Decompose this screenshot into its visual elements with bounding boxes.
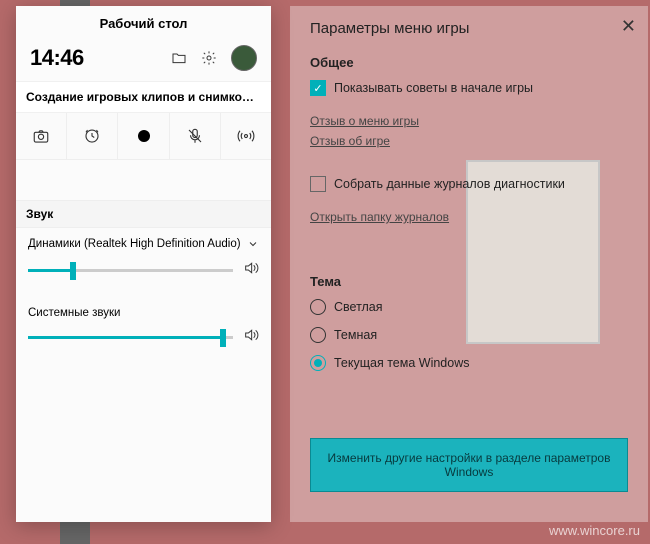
screenshot-button[interactable] — [16, 113, 67, 159]
theme-current-option[interactable]: Текущая тема Windows — [310, 355, 628, 371]
collect-logs-option[interactable]: Собрать данные журналов диагностики — [310, 176, 628, 192]
sound-heading: Звук — [16, 200, 271, 228]
device-volume-slider[interactable] — [28, 269, 233, 272]
watermark: www.wincore.ru — [549, 523, 640, 538]
volume-icon[interactable] — [243, 327, 259, 348]
device-volume-row — [16, 256, 271, 287]
collect-logs-label: Собрать данные журналов диагностики — [334, 177, 565, 191]
panel-title: Рабочий стол — [16, 6, 271, 39]
settings-title: Параметры меню игры — [310, 20, 628, 37]
clock-time: 14:46 — [30, 45, 84, 71]
theme-dark-radio[interactable] — [310, 327, 326, 343]
system-volume-slider[interactable] — [28, 336, 233, 339]
system-sounds-label: Системные звуки — [16, 287, 271, 323]
close-icon[interactable]: ✕ — [621, 16, 636, 37]
sound-section: Звук Динамики (Realtek High Definition A… — [16, 160, 271, 354]
volume-icon[interactable] — [243, 260, 259, 281]
capture-toolbar — [16, 113, 271, 160]
theme-dark-label: Темная — [334, 328, 377, 342]
settings-panel: ✕ Параметры меню игры Общее Показывать с… — [290, 6, 648, 522]
theme-dark-option[interactable]: Темная — [310, 327, 628, 343]
audio-device-select[interactable]: Динамики (Realtek High Definition Audio) — [16, 228, 271, 256]
mic-toggle-button[interactable] — [170, 113, 221, 159]
gear-icon[interactable] — [201, 50, 217, 66]
theme-current-label: Текущая тема Windows — [334, 356, 470, 370]
record-last-button[interactable] — [67, 113, 118, 159]
folder-icon[interactable] — [171, 50, 187, 66]
record-button[interactable] — [118, 113, 169, 159]
system-volume-row — [16, 323, 271, 354]
collect-logs-checkbox[interactable] — [310, 176, 326, 192]
audio-device-label: Динамики (Realtek High Definition Audio) — [28, 238, 241, 250]
capture-notice: Создание игровых клипов и снимков экр... — [16, 81, 271, 113]
general-heading: Общее — [310, 55, 628, 70]
theme-light-label: Светлая — [334, 300, 383, 314]
user-avatar[interactable] — [231, 45, 257, 71]
show-tips-checkbox[interactable] — [310, 80, 326, 96]
theme-light-option[interactable]: Светлая — [310, 299, 628, 315]
panel-header: 14:46 — [16, 39, 271, 81]
theme-light-radio[interactable] — [310, 299, 326, 315]
game-bar-panel: Рабочий стол 14:46 Создание игровых клип… — [16, 6, 271, 522]
game-feedback-link[interactable]: Отзыв об игре — [310, 134, 628, 148]
show-tips-option[interactable]: Показывать советы в начале игры — [310, 80, 628, 96]
open-windows-settings-button[interactable]: Изменить другие настройки в разделе пара… — [310, 438, 628, 492]
show-tips-label: Показывать советы в начале игры — [334, 81, 533, 95]
open-logs-link[interactable]: Открыть папку журналов — [310, 210, 628, 224]
broadcast-button[interactable] — [221, 113, 271, 159]
record-icon — [138, 130, 150, 142]
header-icons — [171, 45, 257, 71]
theme-current-radio[interactable] — [310, 355, 326, 371]
menu-feedback-link[interactable]: Отзыв о меню игры — [310, 114, 628, 128]
theme-heading: Тема — [310, 274, 628, 289]
chevron-down-icon — [247, 238, 259, 250]
